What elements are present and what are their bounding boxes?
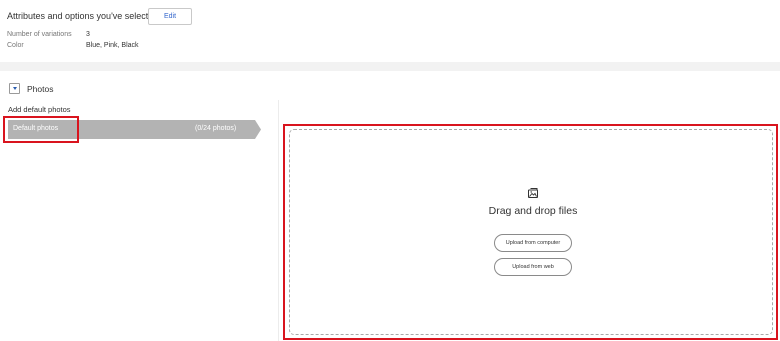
photo-dropzone[interactable] <box>289 129 773 335</box>
image-upload-icon <box>528 188 538 198</box>
drag-drop-text: Drag and drop files <box>488 205 578 217</box>
add-default-photos-label: Add default photos <box>8 105 71 114</box>
upload-from-computer-button[interactable]: Upload from computer <box>494 234 572 252</box>
attributes-section: Attributes and options you've selected E… <box>0 0 780 62</box>
default-photos-label: Default photos <box>13 125 59 132</box>
photos-section-title: Photos <box>27 83 54 94</box>
attributes-title: Attributes and options you've selected <box>7 11 159 21</box>
dropzone-text-wrap: Drag and drop files <box>0 205 780 217</box>
attribute-key: Number of variations <box>7 31 72 38</box>
column-divider <box>278 100 279 341</box>
attribute-value: 3 <box>86 31 90 38</box>
attribute-row-variations: Number of variations 3 <box>7 31 90 38</box>
upload-from-web-button[interactable]: Upload from web <box>494 258 572 276</box>
default-photos-tab[interactable]: Default photos (0/24 photos) <box>8 120 261 139</box>
caret-down-icon <box>12 87 17 90</box>
photos-header: Photos <box>9 83 53 94</box>
collapse-toggle-button[interactable] <box>9 83 20 94</box>
attribute-row-color: Color Blue, Pink, Black <box>7 42 139 49</box>
attribute-key: Color <box>7 42 24 49</box>
attribute-value: Blue, Pink, Black <box>86 42 139 49</box>
section-divider <box>0 62 780 71</box>
edit-button[interactable]: Edit <box>148 8 192 25</box>
photo-count: (0/24 photos) <box>195 125 237 132</box>
